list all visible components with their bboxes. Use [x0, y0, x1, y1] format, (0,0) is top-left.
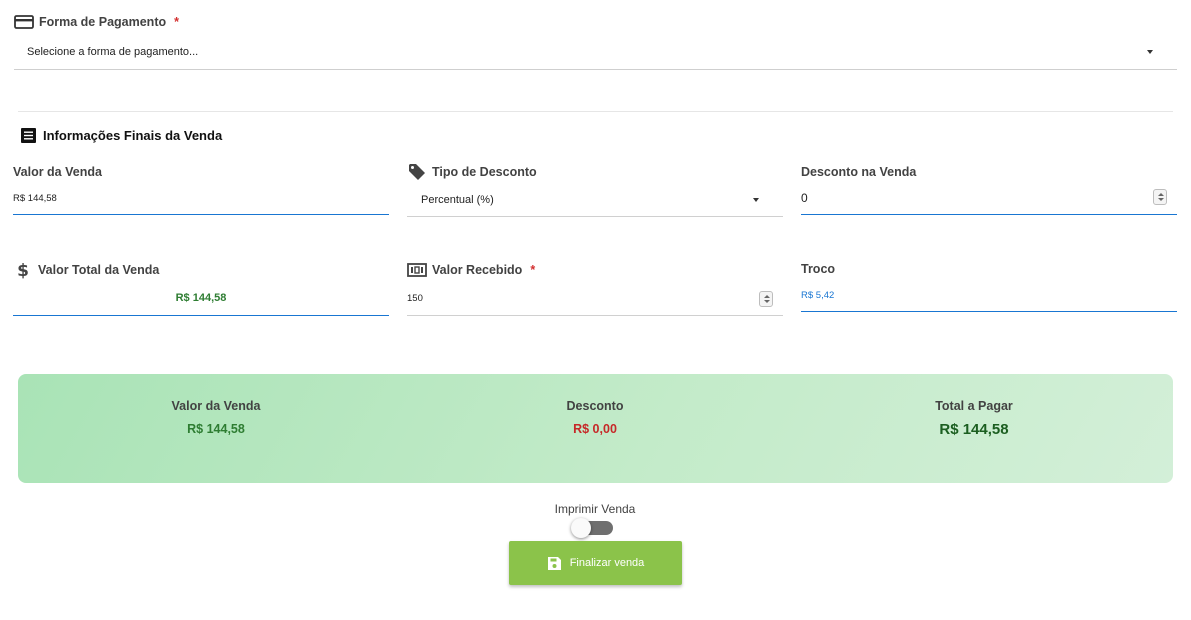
valor-total-label: $ Valor Total da Venda [13, 259, 389, 281]
svg-text:$: $ [17, 261, 29, 280]
number-spinner[interactable] [759, 291, 773, 307]
money-icon [407, 262, 427, 278]
troco-field: Troco R$ 5,42 [801, 259, 1177, 312]
required-mark: * [174, 15, 179, 29]
desconto-venda-field: Desconto na Venda 0 [801, 162, 1177, 215]
tag-icon [407, 162, 427, 182]
dropdown-caret-icon [753, 197, 759, 202]
print-sale-toggle[interactable] [571, 518, 613, 538]
valor-total-label-text: Valor Total da Venda [38, 263, 160, 277]
valor-recebido-field: Valor Recebido * 150 [407, 259, 783, 316]
tipo-desconto-label: Tipo de Desconto [407, 161, 783, 183]
tipo-desconto-select[interactable]: Percentual (%) [407, 183, 783, 217]
troco-input[interactable]: R$ 5,42 [801, 279, 1177, 312]
summary-total: Total a Pagar R$ 144,58 [824, 399, 1124, 438]
summary-total-value: R$ 144,58 [939, 421, 1009, 438]
valor-total-field: $ Valor Total da Venda R$ 144,58 [13, 259, 389, 316]
valor-venda-input[interactable]: R$ 144,58 [13, 182, 389, 215]
payment-method-label-text: Forma de Pagamento [39, 15, 167, 29]
receipt-icon [20, 127, 37, 144]
section-title-text: Informações Finais da Venda [43, 128, 223, 143]
desconto-venda-value: 0 [801, 191, 808, 205]
valor-total-input[interactable]: R$ 144,58 [13, 281, 389, 316]
summary-desconto-value: R$ 0,00 [573, 422, 617, 436]
toggle-knob [571, 518, 591, 538]
number-spinner[interactable] [1153, 189, 1167, 205]
summary-valor-venda: Valor da Venda R$ 144,58 [66, 399, 366, 436]
troco-value: R$ 5,42 [801, 289, 835, 301]
summary-total-label: Total a Pagar [935, 399, 1013, 413]
summary-desconto: Desconto R$ 0,00 [445, 399, 745, 436]
section-divider [18, 111, 1173, 112]
troco-label: Troco [801, 262, 836, 276]
credit-card-icon [14, 14, 34, 30]
dollar-icon: $ [13, 260, 33, 280]
tipo-desconto-label-text: Tipo de Desconto [432, 165, 537, 179]
sale-summary-card: Valor da Venda R$ 144,58 Desconto R$ 0,0… [18, 374, 1173, 483]
valor-venda-field: Valor da Venda R$ 144,58 [13, 162, 389, 215]
finalize-sale-button[interactable]: Finalizar venda [509, 541, 682, 585]
dropdown-caret-icon [1147, 49, 1153, 54]
payment-method-label: Forma de Pagamento * [14, 14, 1177, 30]
valor-total-value: R$ 144,58 [175, 292, 227, 304]
summary-desconto-label: Desconto [566, 399, 624, 413]
valor-venda-value: R$ 144,58 [13, 192, 57, 204]
payment-method-select[interactable]: Selecione a forma de pagamento... [14, 34, 1177, 70]
valor-recebido-value: 150 [407, 292, 423, 304]
valor-recebido-input[interactable]: 150 [407, 281, 783, 316]
finalize-sale-label: Finalizar venda [569, 557, 645, 569]
tipo-desconto-value: Percentual (%) [421, 193, 494, 206]
section-title: Informações Finais da Venda [20, 127, 222, 144]
required-mark: * [530, 263, 536, 277]
save-icon [547, 556, 562, 571]
print-sale-label: Imprimir Venda [554, 502, 636, 516]
desconto-venda-label: Desconto na Venda [801, 165, 917, 179]
valor-recebido-label: Valor Recebido * [407, 259, 783, 281]
tipo-desconto-field: Tipo de Desconto Percentual (%) [407, 161, 783, 217]
payment-method-field: Forma de Pagamento * Selecione a forma de… [14, 14, 1177, 70]
valor-recebido-label-text: Valor Recebido [432, 263, 523, 277]
valor-venda-label: Valor da Venda [13, 165, 102, 179]
payment-method-select-value: Selecione a forma de pagamento... [27, 45, 199, 58]
summary-valor-venda-label: Valor da Venda [171, 399, 261, 413]
desconto-venda-input[interactable]: 0 [801, 182, 1177, 215]
summary-valor-venda-value: R$ 144,58 [187, 422, 245, 436]
